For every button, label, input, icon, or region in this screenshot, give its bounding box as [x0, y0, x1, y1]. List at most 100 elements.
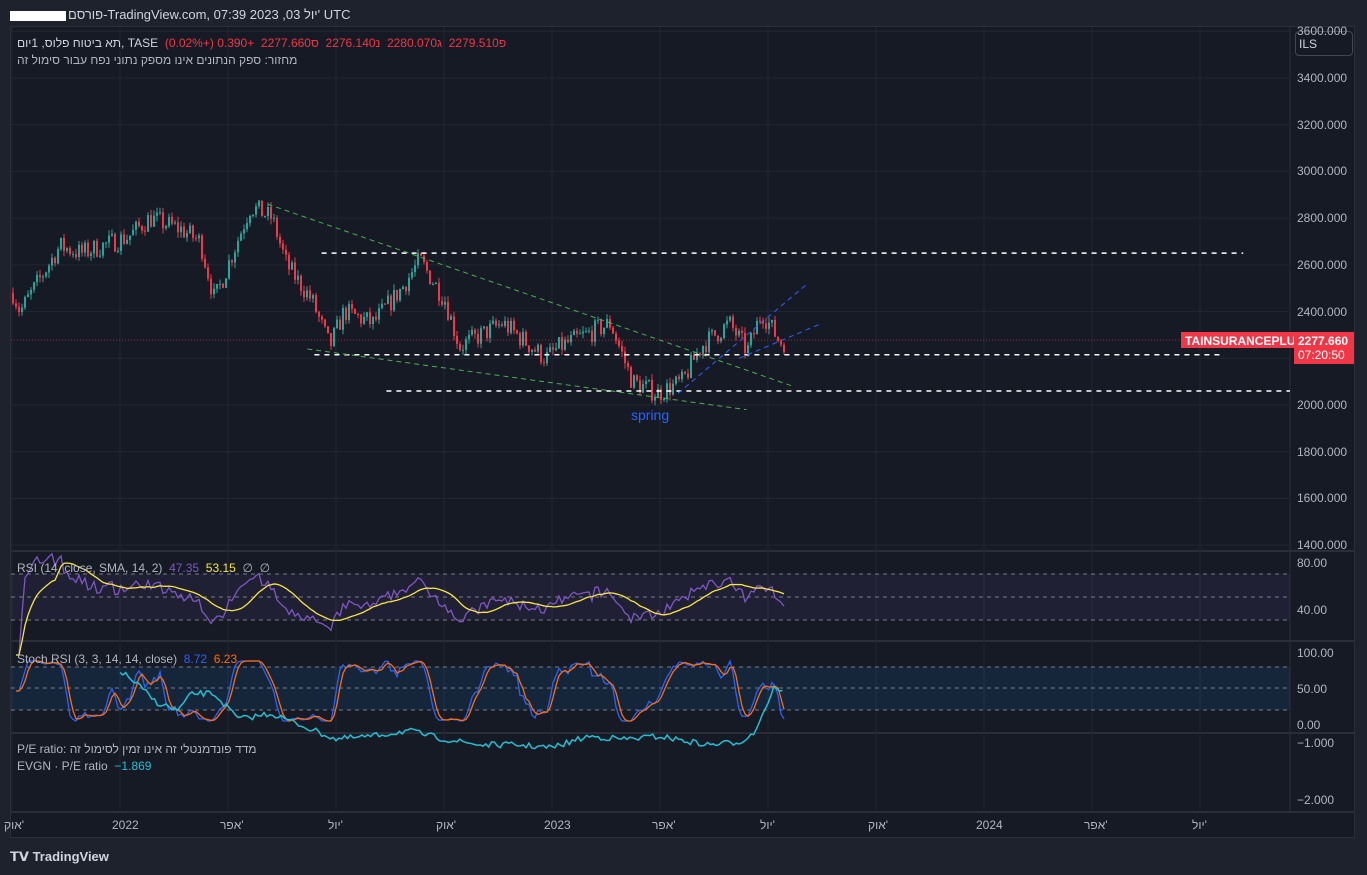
candle-body [45, 272, 47, 277]
candle-body [198, 235, 200, 239]
candle-body [537, 344, 539, 352]
time-axis-label: 2024 [976, 818, 1003, 832]
candle-body [135, 221, 137, 230]
spring-annotation[interactable]: spring [631, 407, 669, 423]
rsi-value: 47.35 [169, 561, 200, 575]
candle-body [546, 351, 548, 364]
candle-body [216, 284, 218, 289]
candle-body [42, 276, 44, 278]
candle-body [681, 371, 683, 380]
candle-body [249, 215, 251, 224]
candle-body [429, 270, 431, 285]
candle-body [696, 352, 698, 360]
candle-body [603, 327, 605, 335]
candle-body [384, 303, 386, 305]
rsi-label[interactable]: RSI (14, close, SMA, 14, 2) [17, 561, 162, 575]
candle-body [741, 330, 743, 333]
candle-body [780, 340, 782, 345]
candle-body [750, 333, 752, 346]
candle-body [489, 323, 491, 339]
candle-body [375, 316, 377, 320]
candle-body [150, 215, 152, 227]
candle-body [459, 344, 461, 351]
candle-body [360, 314, 362, 324]
candle-body [684, 371, 686, 374]
candle-body [771, 319, 773, 323]
candle-body [264, 216, 266, 218]
time-axis-label: אפר' [652, 818, 676, 832]
candle-body [345, 307, 347, 321]
pe-label[interactable]: P/E ratio: מדד פונדמנטלי זה אינו זמין לס… [17, 742, 256, 756]
rsi-axis-40: 40.00 [1297, 603, 1328, 617]
candle-body [606, 319, 608, 328]
symbol-description[interactable]: תא ביטוח פלוס, 1יום, TASE [17, 36, 158, 50]
candle-body [738, 330, 740, 336]
candle-body [672, 383, 674, 395]
candle-body [486, 326, 488, 339]
candle-body [57, 248, 59, 264]
candle-body [228, 260, 230, 279]
candle-body [246, 223, 248, 230]
candle-body [720, 338, 722, 342]
tv-logo-icon: 𝗧𝗩 [10, 849, 29, 864]
candle-body [705, 346, 707, 353]
candle-body [768, 322, 770, 329]
candle-body [297, 275, 299, 280]
price-axis-label: 3000.000 [1297, 164, 1348, 179]
high-value: ג2280.070 [386, 36, 443, 50]
candle-body [531, 349, 533, 352]
candle-body [288, 254, 290, 270]
candle-body [204, 258, 206, 268]
candle-body [402, 286, 404, 290]
candle-body [747, 345, 749, 354]
candle-body [126, 239, 128, 244]
candle-body [519, 333, 521, 346]
candle-body [447, 301, 449, 320]
candle-body [270, 206, 272, 219]
low-value: נ2276.140 [325, 36, 381, 50]
candle-body [219, 283, 221, 285]
candle-body [87, 242, 89, 257]
candle-body [516, 330, 518, 334]
time-axis-label: אפר' [220, 818, 244, 832]
stoch-label[interactable]: Stoch RSI (3, 3, 14, 14, close) [17, 652, 177, 666]
candle-body [567, 339, 569, 343]
candle-body [669, 383, 671, 395]
candle-body [213, 288, 215, 295]
stoch-axis-50: 50.00 [1297, 682, 1328, 696]
candle-body [618, 340, 620, 346]
candle-body [393, 289, 395, 311]
volume-note: מחזור: ספק הנתונים אינו מספק נתוני נפח ע… [17, 53, 298, 67]
candle-body [306, 290, 308, 298]
candle-body [147, 215, 149, 232]
candle-body [333, 328, 335, 346]
candle-body [495, 320, 497, 326]
candle-body [612, 327, 614, 334]
candle-body [570, 335, 572, 343]
candle-body [366, 312, 368, 317]
candle-body [522, 331, 524, 346]
candle-body [159, 212, 161, 214]
candle-body [351, 303, 353, 309]
stoch-d-value: 6.23 [213, 652, 238, 666]
candle-body [354, 308, 356, 314]
candle-body [702, 346, 704, 354]
candle-body [243, 229, 245, 234]
candle-body [540, 344, 542, 363]
candle-body [651, 379, 653, 401]
candle-body [12, 292, 14, 304]
candle-body [453, 316, 455, 336]
open-value: פ2279.510 [448, 36, 507, 50]
candle-body [156, 212, 158, 216]
candle-body [594, 320, 596, 342]
candle-body [492, 320, 494, 324]
candle-body [72, 253, 74, 255]
candle-body [411, 272, 413, 278]
last-price-tag: 2277.660 07:20:50 [1294, 332, 1354, 364]
candle-body [357, 313, 359, 315]
channel-line-blue [677, 283, 808, 394]
candle-body [468, 334, 470, 340]
price-axis-label: 3600.000 [1297, 24, 1348, 39]
candle-body [255, 206, 257, 215]
candle-body [726, 320, 728, 325]
